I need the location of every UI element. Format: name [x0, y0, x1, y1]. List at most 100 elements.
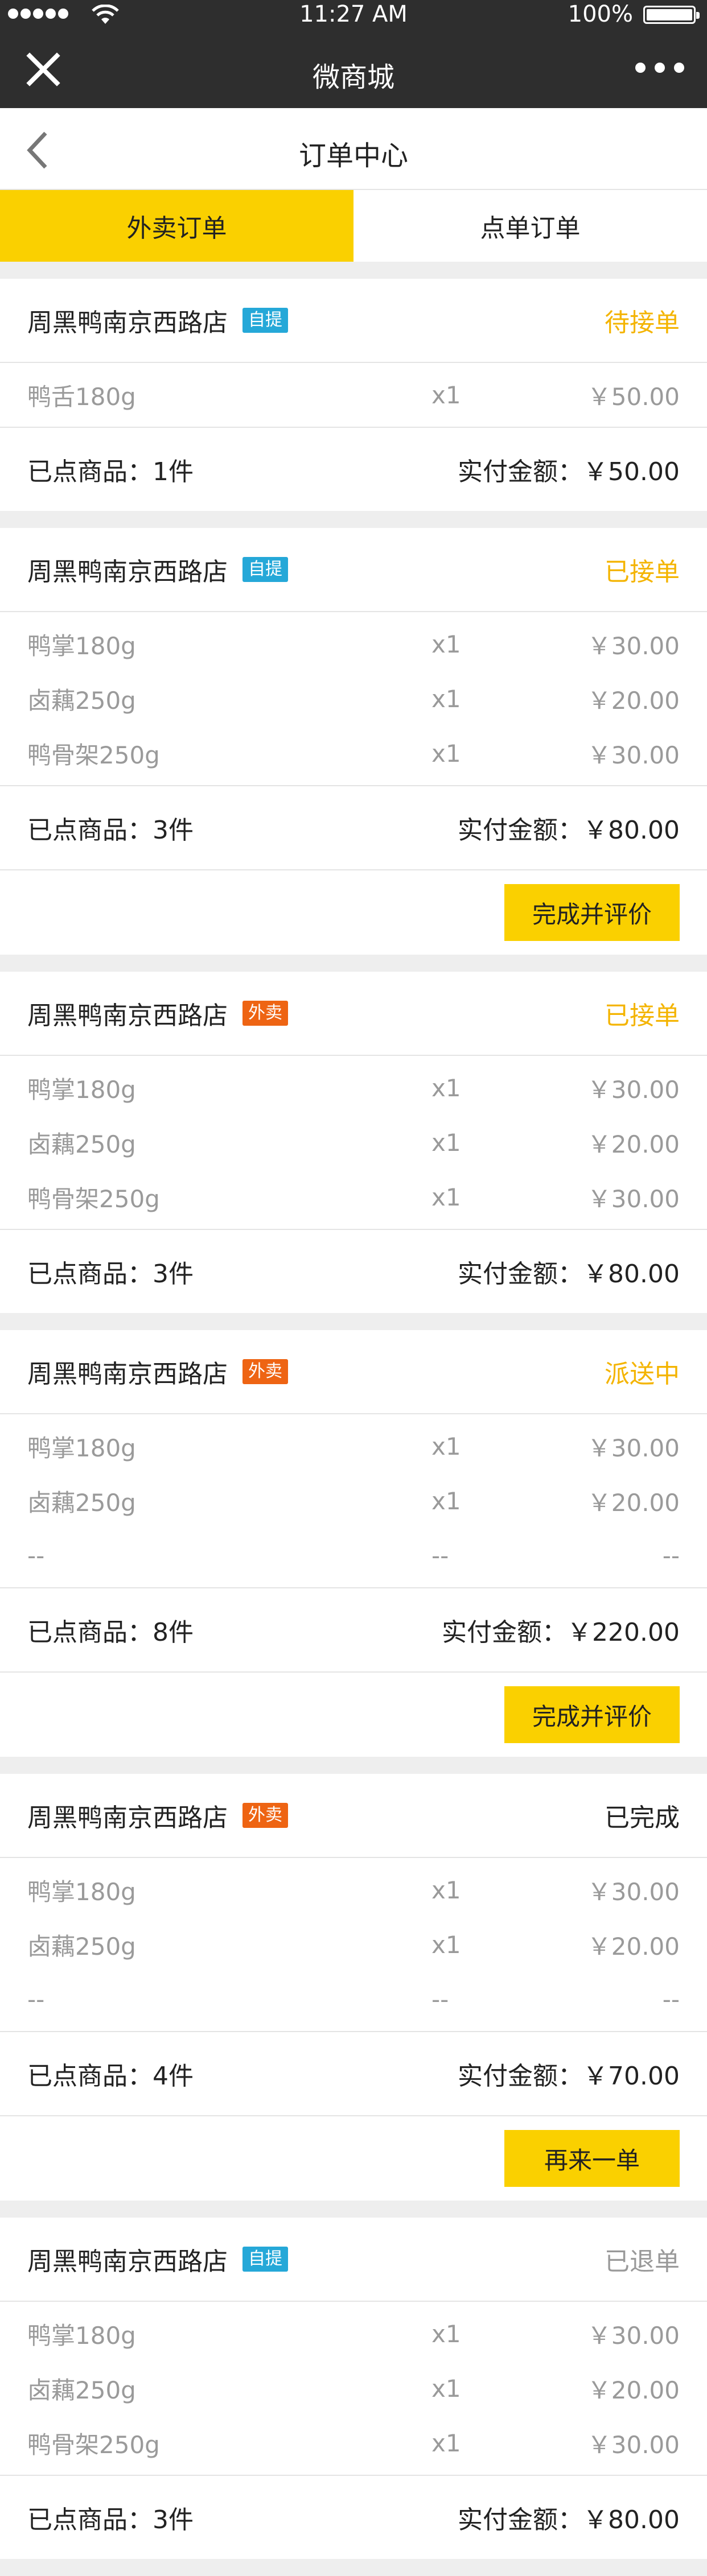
shop-name: 周黑鸭南京西路店: [27, 2247, 228, 2276]
order-card[interactable]: 周黑鸭南京西路店 外卖 已接单 鸭掌180g x1 ￥30.00 卤藕250g x1 ￥20.0…: [0, 972, 707, 1313]
order-item: 鸭骨架250g x1 ￥30.00: [0, 1170, 707, 1224]
order-items: 鸭掌180g x1 ￥30.00 卤藕250g x1 ￥20.00 -- -- --: [0, 1858, 707, 2032]
item-name: 卤藕250g: [27, 1488, 136, 1517]
order-header: 周黑鸭南京西路店 自提 已接单: [0, 528, 707, 612]
item-quantity: x1: [431, 381, 461, 409]
order-total: 实付金额：￥80.00: [458, 2505, 680, 2534]
item-quantity: x1: [431, 1487, 461, 1515]
complete-and-review-button[interactable]: 完成并评价: [504, 1686, 680, 1743]
item-name: 鸭掌180g: [27, 1434, 136, 1462]
item-name: 卤藕250g: [27, 1932, 136, 1960]
order-total: 实付金额：￥80.00: [458, 816, 680, 845]
status-bar: 11:27 AM 100%: [0, 0, 707, 30]
item-quantity: x1: [431, 1128, 461, 1157]
order-item: 卤藕250g x1 ￥20.00: [0, 1917, 707, 1972]
complete-and-review-button[interactable]: 完成并评价: [504, 884, 680, 941]
shop-name: 周黑鸭南京西路店: [27, 1001, 228, 1030]
item-quantity: x1: [431, 684, 461, 713]
order-header: 周黑鸭南京西路店 外卖 已接单: [0, 972, 707, 1056]
item-quantity: x1: [431, 1930, 461, 1959]
item-quantity: --: [431, 1985, 449, 2013]
item-price: ￥50.00: [587, 382, 680, 411]
item-count: 已点商品：8件: [27, 1618, 194, 1647]
item-price: --: [662, 1985, 680, 2013]
shop-name: 周黑鸭南京西路店: [27, 1803, 228, 1832]
item-quantity: x1: [431, 739, 461, 767]
order-items: 鸭掌180g x1 ￥30.00 卤藕250g x1 ￥20.00 鸭骨架250g x1 ￥30…: [0, 2302, 707, 2476]
item-quantity: x1: [431, 2429, 461, 2457]
item-price: ￥30.00: [587, 2321, 680, 2350]
item-price: ￥30.00: [587, 1075, 680, 1104]
item-price: ￥30.00: [587, 741, 680, 769]
item-price: --: [662, 1541, 680, 1570]
order-type-badge: 自提: [242, 557, 288, 582]
order-card[interactable]: 周黑鸭南京西路店 自提 待接单 鸭舌180g x1 ￥50.00 已点商品：1件 实付金额：￥…: [0, 279, 707, 511]
item-price: ￥30.00: [587, 631, 680, 660]
order-item: 鸭骨架250g x1 ￥30.00: [0, 2416, 707, 2470]
order-total: 实付金额：￥220.00: [442, 1618, 680, 1647]
item-quantity: x1: [431, 2319, 461, 2348]
order-item: -- -- --: [0, 1528, 707, 1583]
order-items: 鸭掌180g x1 ￥30.00 卤藕250g x1 ￥20.00 -- -- --: [0, 1414, 707, 1588]
item-quantity: x1: [431, 1876, 461, 1904]
item-quantity: x1: [431, 1074, 461, 1102]
item-quantity: x1: [431, 1183, 461, 1211]
order-total: 实付金额：￥80.00: [458, 1260, 680, 1289]
order-status: 已接单: [605, 558, 680, 587]
order-item: 卤藕250g x1 ￥20.00: [0, 1115, 707, 1170]
order-items: 鸭掌180g x1 ￥30.00 卤藕250g x1 ￥20.00 鸭骨架250g x1 ￥30…: [0, 1056, 707, 1230]
item-name: --: [27, 1541, 45, 1570]
order-status: 待接单: [605, 308, 680, 337]
item-price: ￥20.00: [587, 1488, 680, 1517]
order-summary: 已点商品：3件 实付金额：￥80.00: [0, 1230, 707, 1313]
item-name: 卤藕250g: [27, 2376, 136, 2404]
item-quantity: x1: [431, 2374, 461, 2402]
more-icon[interactable]: [635, 63, 684, 73]
order-item: 鸭掌180g x1 ￥30.00: [0, 1419, 707, 1473]
reorder-button[interactable]: 再来一单: [504, 2130, 680, 2187]
order-status: 派送中: [605, 1360, 680, 1389]
order-items: 鸭掌180g x1 ￥30.00 卤藕250g x1 ￥20.00 鸭骨架250g x1 ￥30…: [0, 612, 707, 786]
order-card[interactable]: 周黑鸭南京西路店 自提 已接单 鸭掌180g x1 ￥30.00 卤藕250g x1 ￥20.0…: [0, 528, 707, 955]
item-price: ￥30.00: [587, 1184, 680, 1213]
item-name: 鸭掌180g: [27, 2321, 136, 2350]
order-item: 卤藕250g x1 ￥20.00: [0, 671, 707, 726]
shop-name: 周黑鸭南京西路店: [27, 558, 228, 587]
item-count: 已点商品：3件: [27, 816, 194, 845]
item-quantity: x1: [431, 630, 461, 658]
order-type-badge: 外卖: [242, 1803, 288, 1828]
item-name: 鸭掌180g: [27, 1075, 136, 1104]
item-price: ￥20.00: [587, 2376, 680, 2404]
item-price: ￥30.00: [587, 1877, 680, 1906]
nav-bar: 微商城: [0, 30, 707, 108]
item-price: ￥30.00: [587, 1434, 680, 1462]
item-name: 鸭骨架250g: [27, 1184, 160, 1213]
order-actions: 再来一单: [0, 2115, 707, 2201]
order-type-badge: 外卖: [242, 1359, 288, 1384]
item-count: 已点商品：1件: [27, 457, 194, 486]
tab-dine-in-orders[interactable]: 点单订单: [354, 190, 707, 262]
order-tabs: 外卖订单 点单订单: [0, 190, 707, 262]
order-item: 鸭掌180g x1 ￥30.00: [0, 2306, 707, 2361]
order-card[interactable]: 周黑鸭南京西路店 外卖 已完成 鸭掌180g x1 ￥30.00 卤藕250g x1 ￥20.0…: [0, 1774, 707, 2201]
order-card[interactable]: 周黑鸭南京西路店 外卖 派送中 鸭掌180g x1 ￥30.00 卤藕250g x1 ￥20.0…: [0, 1330, 707, 1757]
item-price: ￥20.00: [587, 686, 680, 715]
item-price: ￥20.00: [587, 1932, 680, 1960]
order-item: -- -- --: [0, 1972, 707, 2026]
item-name: 卤藕250g: [27, 1130, 136, 1158]
item-name: 鸭骨架250g: [27, 2430, 160, 2459]
order-summary: 已点商品：3件 实付金额：￥80.00: [0, 786, 707, 869]
order-card[interactable]: 周黑鸭南京西路店 自提 已退单 鸭掌180g x1 ￥30.00 卤藕250g x1 ￥20.0…: [0, 2218, 707, 2559]
order-summary: 已点商品：3件 实付金额：￥80.00: [0, 2476, 707, 2559]
item-name: 鸭掌180g: [27, 631, 136, 660]
order-status: 已退单: [605, 2247, 680, 2276]
order-type-badge: 自提: [242, 308, 288, 333]
order-list: 周黑鸭南京西路店 自提 待接单 鸭舌180g x1 ￥50.00 已点商品：1件 实付金额：￥…: [0, 279, 707, 2559]
item-quantity: x1: [431, 1432, 461, 1460]
tab-delivery-orders[interactable]: 外卖订单: [0, 190, 354, 262]
order-status: 已完成: [605, 1803, 680, 1832]
item-count: 已点商品：4件: [27, 2062, 194, 2091]
order-header: 周黑鸭南京西路店 外卖 已完成: [0, 1774, 707, 1858]
order-item: 卤藕250g x1 ￥20.00: [0, 2361, 707, 2416]
item-name: --: [27, 1985, 45, 2013]
